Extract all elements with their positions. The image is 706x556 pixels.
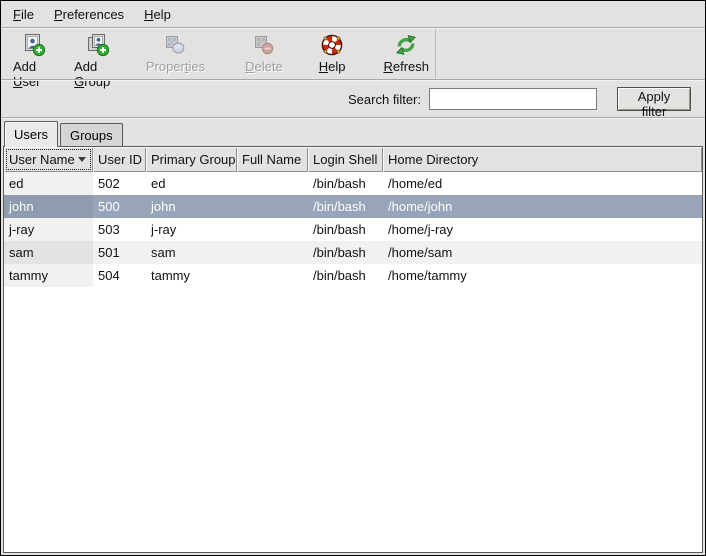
cell-login_shell: /bin/bash	[308, 264, 383, 287]
user-manager-window: FilePreferencesHelp Add User Add Group P…	[0, 0, 706, 556]
column-header-primary_group[interactable]: Primary Group	[146, 147, 237, 172]
delete-button: Delete	[239, 33, 289, 74]
tab-users[interactable]: Users	[4, 121, 58, 147]
table-body: ed502ed/bin/bash/home/edjohn500john/bin/…	[4, 172, 702, 552]
column-header-label: User ID	[98, 152, 142, 167]
cell-login_shell: /bin/bash	[308, 218, 383, 241]
table-row-tammy[interactable]: tammy504tammy/bin/bash/home/tammy	[4, 264, 702, 287]
table-row-sam[interactable]: sam501sam/bin/bash/home/sam	[4, 241, 702, 264]
table-row-john[interactable]: john500john/bin/bash/home/john	[4, 195, 702, 218]
column-header-label: User Name	[9, 152, 75, 167]
cell-user_id: 503	[93, 218, 146, 241]
column-header-label: Primary Group	[151, 152, 236, 167]
search-filter-input[interactable]	[429, 88, 597, 110]
cell-primary_group: ed	[146, 172, 237, 195]
cell-home_directory: /home/sam	[383, 241, 702, 264]
cell-primary_group: sam	[146, 241, 237, 264]
cell-user_id: 500	[93, 195, 146, 218]
cell-user_name: ed	[4, 172, 93, 195]
users-table: User Name User ID Primary Group Full Name Lo…	[3, 146, 703, 553]
search-filter-label: Search filter:	[348, 92, 421, 107]
menu-file[interactable]: File	[3, 3, 44, 26]
column-header-home_directory[interactable]: Home Directory	[383, 147, 702, 172]
help-icon	[320, 33, 344, 57]
cell-user_id: 501	[93, 241, 146, 264]
cell-user_name: j-ray	[4, 218, 93, 241]
delete-icon	[252, 33, 276, 57]
add-user-icon	[22, 33, 46, 57]
cell-full_name	[237, 241, 308, 264]
column-header-login_shell[interactable]: Login Shell	[308, 147, 383, 172]
column-header-full_name[interactable]: Full Name	[237, 147, 308, 172]
table-row-ed[interactable]: ed502ed/bin/bash/home/ed	[4, 172, 702, 195]
properties-button: Properties	[140, 33, 211, 74]
properties-button-label: Properties	[146, 59, 205, 74]
cell-primary_group: john	[146, 195, 237, 218]
cell-primary_group: tammy	[146, 264, 237, 287]
cell-home_directory: /home/ed	[383, 172, 702, 195]
column-header-label: Home Directory	[388, 152, 478, 167]
menu-preferences[interactable]: Preferences	[44, 3, 134, 26]
refresh-button-label: Refresh	[383, 59, 429, 74]
cell-home_directory: /home/j-ray	[383, 218, 702, 241]
column-header-user_id[interactable]: User ID	[93, 147, 146, 172]
add-group-icon	[86, 33, 110, 57]
column-header-label: Full Name	[242, 152, 301, 167]
cell-login_shell: /bin/bash	[308, 172, 383, 195]
cell-user_id: 504	[93, 264, 146, 287]
properties-icon	[163, 33, 187, 57]
cell-user_name: sam	[4, 241, 93, 264]
help-button[interactable]: Help	[313, 33, 352, 74]
search-filter-row: Search filter: Apply filter	[1, 81, 705, 117]
cell-user_name: john	[4, 195, 93, 218]
menubar: FilePreferencesHelp	[1, 1, 705, 27]
cell-login_shell: /bin/bash	[308, 195, 383, 218]
menu-help[interactable]: Help	[134, 3, 181, 26]
table-empty-area	[4, 287, 702, 552]
apply-filter-button[interactable]: Apply filter	[617, 87, 691, 111]
cell-full_name	[237, 264, 308, 287]
cell-full_name	[237, 172, 308, 195]
tab-bar: UsersGroups	[1, 119, 705, 146]
table-row-j-ray[interactable]: j-ray503j-ray/bin/bash/home/j-ray	[4, 218, 702, 241]
cell-primary_group: j-ray	[146, 218, 237, 241]
sort-descending-icon	[78, 157, 86, 162]
column-header-label: Login Shell	[313, 152, 377, 167]
cell-user_name: tammy	[4, 264, 93, 287]
refresh-icon	[394, 33, 418, 57]
cell-login_shell: /bin/bash	[308, 241, 383, 264]
table-header-row: User Name User ID Primary Group Full Name Lo…	[4, 147, 702, 172]
cell-full_name	[237, 195, 308, 218]
cell-home_directory: /home/tammy	[383, 264, 702, 287]
help-button-label: Help	[319, 59, 346, 74]
cell-user_id: 502	[93, 172, 146, 195]
tab-groups[interactable]: Groups	[60, 123, 123, 146]
toolbar: Add User Add Group Properties Delete Hel…	[1, 29, 436, 79]
column-header-user_name[interactable]: User Name	[4, 147, 93, 172]
delete-button-label: Delete	[245, 59, 283, 74]
cell-home_directory: /home/john	[383, 195, 702, 218]
cell-full_name	[237, 218, 308, 241]
refresh-button[interactable]: Refresh	[377, 33, 435, 74]
